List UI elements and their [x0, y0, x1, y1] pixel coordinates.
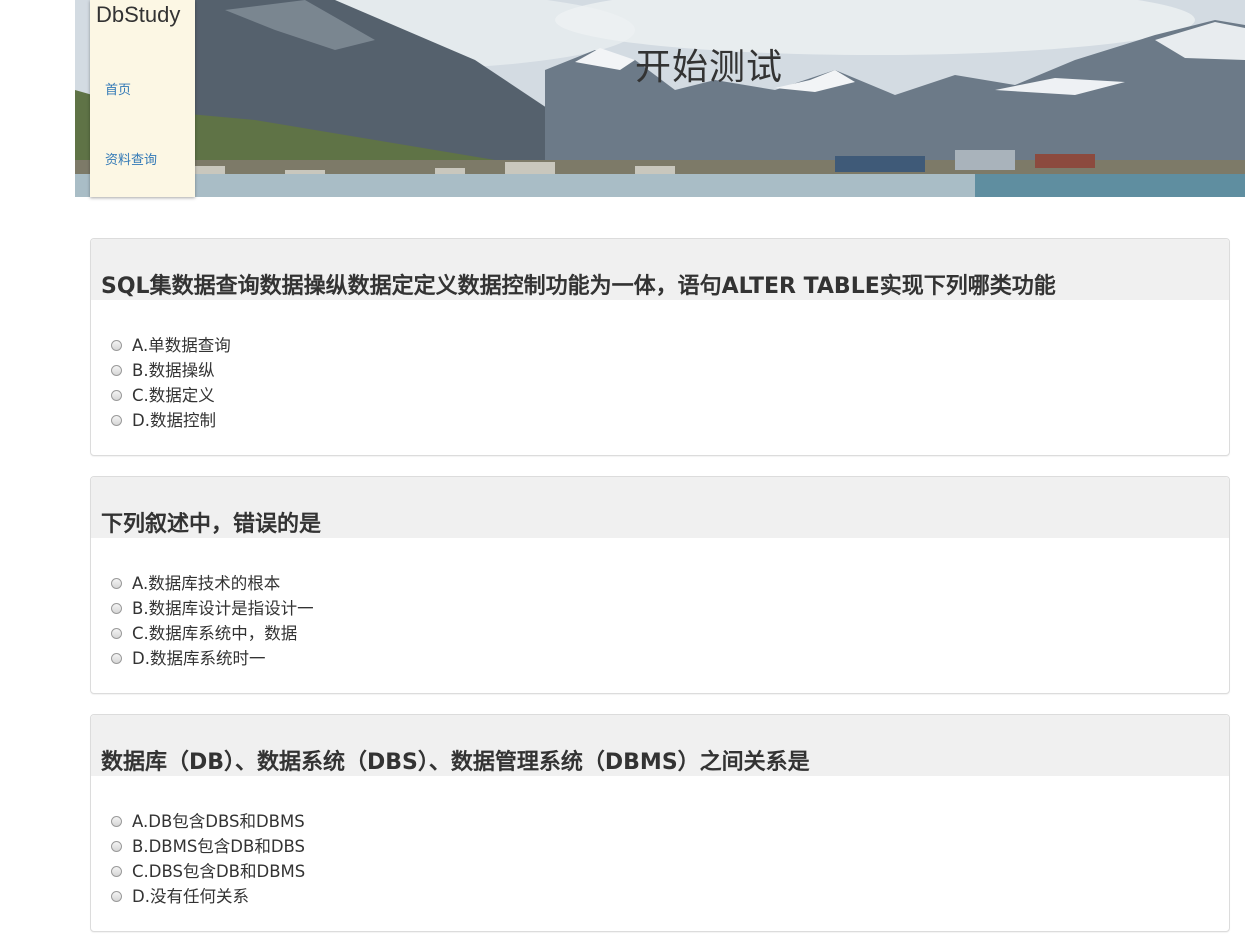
radio-button[interactable] [111, 340, 122, 351]
option-b[interactable]: B.数据库设计是指设计一 [91, 596, 1229, 621]
page-title: 开始测试 [635, 47, 784, 88]
radio-button[interactable] [111, 841, 122, 852]
option-b[interactable]: B.数据操纵 [91, 358, 1229, 383]
option-d[interactable]: D.没有任何关系 [91, 884, 1229, 909]
option-label: D.数据控制 [132, 411, 216, 430]
question-header: 下列叙述中，错误的是 [91, 477, 1229, 538]
option-c[interactable]: C.数据库系统中，数据 [91, 621, 1229, 646]
question-title: SQL集数据查询数据操纵数据定定义数据控制功能为一体，语句ALTER TABLE… [101, 274, 1056, 299]
option-label: B.数据库设计是指设计一 [132, 599, 314, 618]
radio-button[interactable] [111, 816, 122, 827]
option-label: C.数据定义 [132, 386, 215, 405]
option-label: B.DBMS包含DB和DBS [132, 837, 306, 856]
header-banner: 开始测试 [75, 0, 1245, 197]
option-label: D.没有任何关系 [132, 887, 249, 906]
question-panel-3: 数据库（DB）、数据系统（DBS）、数据管理系统（DBMS）之间关系是 A.DB… [90, 714, 1230, 932]
option-label: A.单数据查询 [132, 336, 231, 355]
brand-logo[interactable]: DbStudy [96, 2, 180, 28]
option-d[interactable]: D.数据控制 [91, 408, 1229, 433]
question-options: A.单数据查询 B.数据操纵 C.数据定义 D.数据控制 [91, 300, 1229, 455]
radio-button[interactable] [111, 866, 122, 877]
radio-button[interactable] [111, 578, 122, 589]
question-header: SQL集数据查询数据操纵数据定定义数据控制功能为一体，语句ALTER TABLE… [91, 239, 1229, 300]
radio-button[interactable] [111, 891, 122, 902]
question-options: A.数据库技术的根本 B.数据库设计是指设计一 C.数据库系统中，数据 D.数据… [91, 538, 1229, 693]
option-label: A.DB包含DBS和DBMS [132, 812, 305, 831]
option-label: D.数据库系统时一 [132, 649, 266, 668]
nav-link-home[interactable]: 首页 [105, 79, 131, 98]
question-title: 下列叙述中，错误的是 [101, 512, 322, 537]
question-title: 数据库（DB）、数据系统（DBS）、数据管理系统（DBMS）之间关系是 [101, 750, 810, 775]
option-c[interactable]: C.DBS包含DB和DBMS [91, 859, 1229, 884]
question-options: A.DB包含DBS和DBMS B.DBMS包含DB和DBS C.DBS包含DB和… [91, 776, 1229, 931]
option-d[interactable]: D.数据库系统时一 [91, 646, 1229, 671]
mountain-landscape-image [75, 0, 1245, 197]
radio-button[interactable] [111, 390, 122, 401]
option-label: C.DBS包含DB和DBMS [132, 862, 306, 881]
option-b[interactable]: B.DBMS包含DB和DBS [91, 834, 1229, 859]
nav-link-resources[interactable]: 资料查询 [105, 149, 157, 168]
radio-button[interactable] [111, 365, 122, 376]
option-label: A.数据库技术的根本 [132, 574, 281, 593]
radio-button[interactable] [111, 653, 122, 664]
option-label: C.数据库系统中，数据 [132, 624, 298, 643]
option-label: B.数据操纵 [132, 361, 215, 380]
radio-button[interactable] [111, 628, 122, 639]
sidebar: DbStudy 首页 资料查询 [90, 0, 195, 197]
question-header: 数据库（DB）、数据系统（DBS）、数据管理系统（DBMS）之间关系是 [91, 715, 1229, 776]
radio-button[interactable] [111, 415, 122, 426]
question-panel-1: SQL集数据查询数据操纵数据定定义数据控制功能为一体，语句ALTER TABLE… [90, 238, 1230, 456]
option-c[interactable]: C.数据定义 [91, 383, 1229, 408]
option-a[interactable]: A.单数据查询 [91, 333, 1229, 358]
option-a[interactable]: A.DB包含DBS和DBMS [91, 809, 1229, 834]
option-a[interactable]: A.数据库技术的根本 [91, 571, 1229, 596]
radio-button[interactable] [111, 603, 122, 614]
question-panel-2: 下列叙述中，错误的是 A.数据库技术的根本 B.数据库设计是指设计一 C.数据库… [90, 476, 1230, 694]
